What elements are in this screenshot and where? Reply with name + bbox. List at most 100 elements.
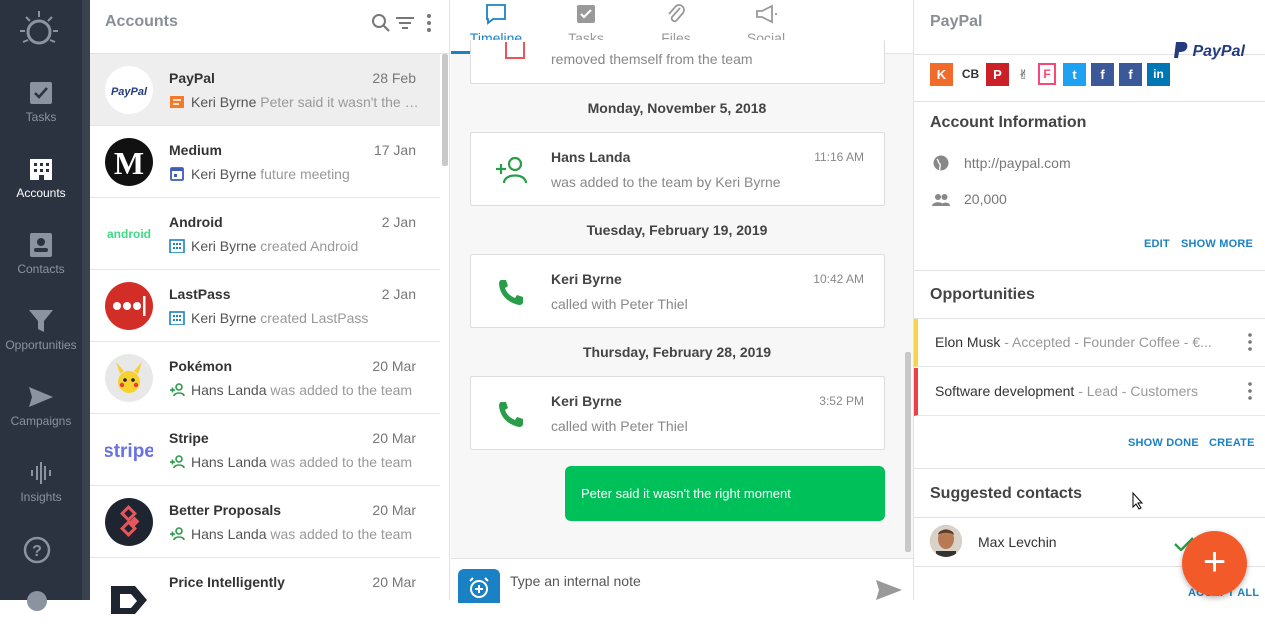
timeline-day-header: Monday, November 5, 2018 [587, 100, 767, 116]
timeline-card-time: 11:16 AM [814, 150, 864, 164]
activity-text: was added to the team [270, 526, 413, 542]
mouse-cursor-icon [1132, 492, 1144, 510]
nav-label: Opportunities [5, 338, 77, 352]
nav-accounts[interactable]: Accounts [0, 156, 82, 226]
settings-icon[interactable] [24, 588, 50, 614]
svg-text:M: M [114, 145, 144, 181]
timeline-card-name: Hans Landa [551, 149, 631, 165]
account-name: Stripe [169, 430, 209, 446]
opportunity-title: Software development - Lead - Customers [935, 383, 1199, 399]
nav-campaigns[interactable]: Campaigns [0, 384, 82, 454]
foursquare-icon[interactable]: F [1038, 63, 1056, 85]
opportunity-row[interactable]: Software development - Lead - Customers [914, 368, 1265, 416]
paper-plane-icon [29, 387, 53, 407]
note-composer: Type an internal note [451, 558, 913, 603]
more-vertical-icon[interactable] [1248, 382, 1252, 400]
crunchbase-icon[interactable]: CB [959, 63, 982, 86]
suggested-contact-name[interactable]: Max Levchin [978, 534, 1057, 550]
add-person-icon [170, 527, 185, 541]
note-bubble[interactable]: Peter said it wasn't the right moment [565, 466, 885, 521]
funnel-icon [29, 310, 53, 332]
accounts-scrollbar[interactable] [442, 54, 448, 166]
show-more-button[interactable]: SHOW MORE [1181, 238, 1253, 250]
alarm-clock-icon [469, 577, 489, 598]
nav-tasks[interactable]: Tasks [0, 80, 82, 150]
activity-text: created LastPass [260, 310, 369, 326]
linkedin-icon[interactable]: in [1147, 63, 1170, 86]
divider [914, 517, 1265, 518]
show-done-button[interactable]: SHOW DONE [1128, 437, 1199, 449]
klout-icon[interactable]: K [930, 63, 953, 86]
activity-person: Keri Byrne [191, 166, 257, 182]
timeline-card[interactable]: Keri Byrne 3:52 PM called with Peter Thi… [470, 376, 885, 450]
account-logo: stripe [105, 426, 153, 474]
account-name: PayPal [169, 70, 215, 86]
account-activity: Keri Byrne Peter said it wasn't the righ… [169, 94, 419, 110]
calendar-icon [170, 167, 184, 181]
nav-insights[interactable]: Insights [0, 460, 82, 530]
edit-button[interactable]: EDIT [1144, 238, 1170, 250]
app-logo-icon[interactable] [18, 9, 60, 51]
timeline-card-time: 10:42 AM [813, 272, 864, 286]
accounts-list: Accounts PayPal PayPal 28 Feb Keri Byrne… [90, 0, 450, 618]
more-vertical-icon[interactable] [418, 12, 440, 34]
timeline-card[interactable]: Hans Landa 11:16 AM was added to the tea… [470, 132, 885, 206]
account-row-stripe[interactable]: stripe Stripe 20 Mar Hans Landa was adde… [90, 414, 440, 486]
waveform-icon [31, 462, 51, 484]
paperclip-icon [668, 4, 685, 23]
opportunity-row[interactable]: Elon Musk - Accepted - Founder Coffee - … [914, 319, 1265, 367]
pinterest-icon[interactable]: P [986, 63, 1009, 86]
account-row-medium[interactable]: M Medium 17 Jan Keri Byrne future meetin… [90, 126, 440, 198]
nav-contacts[interactable]: Contacts [0, 232, 82, 302]
nav-opportunities[interactable]: Opportunities [0, 308, 82, 378]
add-person-icon [496, 156, 528, 184]
angellist-icon[interactable]: ✌ [1012, 63, 1035, 86]
add-button[interactable]: + [1182, 531, 1247, 596]
activity-text: Peter said it wasn't the right moment [260, 94, 419, 110]
help-icon[interactable]: ? [23, 536, 51, 564]
account-logo: PayPal [105, 66, 153, 114]
twitter-icon[interactable]: t [1063, 63, 1086, 86]
account-website[interactable]: http://paypal.com [964, 155, 1071, 171]
account-info-title: Account Information [930, 114, 1087, 131]
activity-text: was added to the team [270, 454, 413, 470]
accounts-list-header: Accounts [90, 0, 449, 54]
suggested-contacts-title: Suggested contacts [930, 485, 1083, 502]
main-nav: Tasks Accounts Contacts Opportunities Ca… [0, 0, 82, 611]
timeline-card: removed themself from the team [470, 40, 885, 84]
account-row-price-intelligently[interactable]: Price Intelligently 20 Mar [90, 558, 440, 630]
building-icon [30, 159, 52, 180]
nav-label: Insights [20, 490, 62, 504]
search-icon[interactable] [370, 12, 392, 34]
account-name: Pokémon [169, 358, 233, 374]
divider [914, 270, 1265, 271]
filter-icon[interactable] [394, 12, 416, 34]
send-icon[interactable] [875, 579, 903, 601]
people-icon [932, 194, 950, 206]
facebook-icon[interactable]: f [1119, 63, 1142, 86]
account-activity: Hans Landa was added to the team [169, 382, 419, 398]
timeline-card[interactable]: Keri Byrne 10:42 AM called with Peter Th… [470, 254, 885, 328]
account-name: Price Intelligently [169, 574, 285, 590]
opportunities-title: Opportunities [930, 286, 1035, 303]
account-date: 2 Jan [381, 286, 416, 302]
facebook-icon[interactable]: f [1091, 63, 1114, 86]
activity-person: Hans Landa [191, 454, 267, 470]
account-logo [105, 498, 153, 546]
account-row-pokemon[interactable]: Pokémon 20 Mar Hans Landa was added to t… [90, 342, 440, 414]
more-vertical-icon[interactable] [1248, 333, 1252, 351]
divider [914, 468, 1265, 469]
timeline-scrollbar[interactable] [905, 352, 911, 552]
note-input[interactable]: Type an internal note [510, 573, 641, 589]
create-opportunity-button[interactable]: CREATE [1209, 437, 1255, 449]
account-row-android[interactable]: android Android 2 Jan Keri Byrne created… [90, 198, 440, 270]
account-employees: 20,000 [964, 191, 1007, 207]
account-row-lastpass[interactable]: LastPass 2 Jan Keri Byrne created LastPa… [90, 270, 440, 342]
account-row-paypal[interactable]: PayPal PayPal 28 Feb Keri Byrne Peter sa… [90, 54, 440, 126]
timeline-panel: Timeline Tasks Files Social removed them… [451, 0, 913, 603]
reminder-button[interactable] [458, 569, 500, 603]
account-activity: Keri Byrne created Android [169, 238, 419, 254]
account-row-better-proposals[interactable]: Better Proposals 20 Mar Hans Landa was a… [90, 486, 440, 558]
add-person-icon [170, 455, 185, 469]
svg-text:stripe: stripe [105, 441, 153, 462]
